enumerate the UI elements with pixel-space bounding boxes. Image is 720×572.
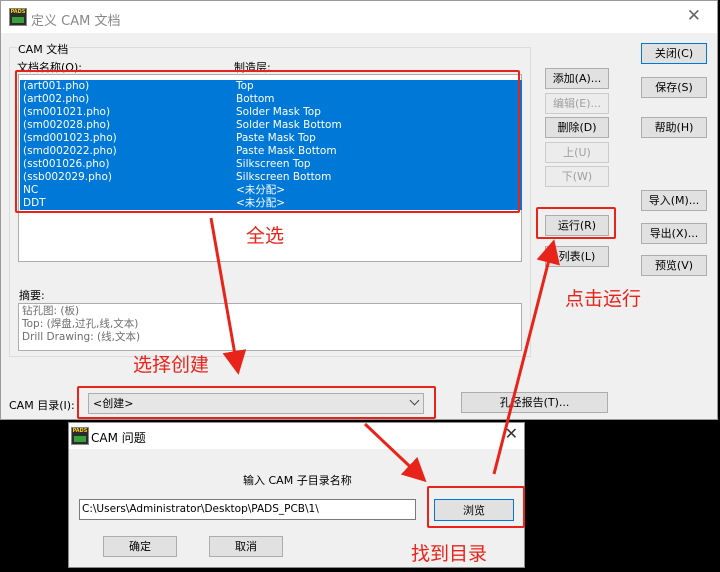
arrow-to-browse (363, 422, 427, 483)
select-all-annotation: 全选 (246, 225, 285, 247)
find-directory-annotation: 找到目录 (411, 543, 488, 565)
arrow-to-run (492, 239, 560, 475)
select-create-annotation: 选择创建 (133, 354, 210, 376)
arrow-to-create (209, 217, 247, 375)
click-run-annotation: 点击运行 (565, 288, 642, 310)
